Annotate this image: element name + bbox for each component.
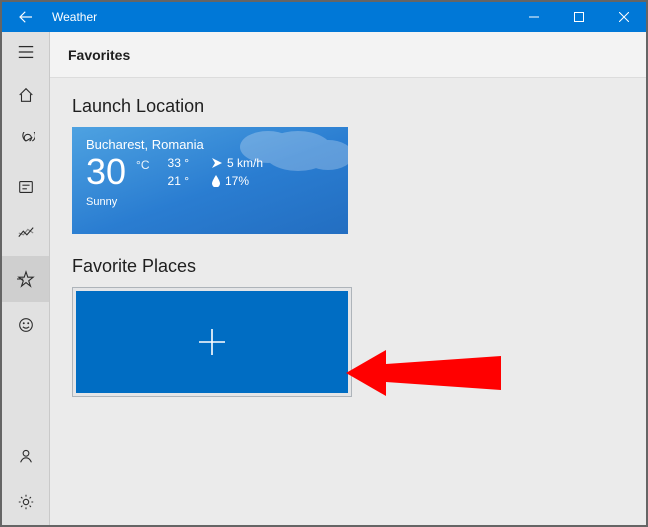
tile-low: 21 ° bbox=[168, 174, 189, 188]
sidebar bbox=[2, 32, 50, 525]
sidebar-item-menu[interactable] bbox=[2, 32, 49, 72]
title-bar: Weather bbox=[2, 2, 646, 32]
back-button[interactable] bbox=[2, 2, 50, 32]
sidebar-item-feedback[interactable] bbox=[2, 302, 49, 348]
home-icon bbox=[17, 86, 35, 104]
add-favorite-tile-frame bbox=[72, 287, 352, 397]
tile-description: Sunny bbox=[86, 196, 336, 208]
sidebar-item-trends[interactable] bbox=[2, 210, 49, 256]
sidebar-item-favorites[interactable] bbox=[2, 256, 49, 302]
plus-icon bbox=[195, 325, 229, 359]
close-button[interactable] bbox=[601, 2, 646, 32]
launch-location-tile[interactable]: Bucharest, Romania 30 °C 33 ° 21 ° 5 km/… bbox=[72, 127, 348, 234]
launch-location-heading: Launch Location bbox=[72, 96, 624, 117]
drop-icon bbox=[211, 175, 221, 187]
sidebar-item-radar[interactable] bbox=[2, 118, 49, 164]
maximize-button[interactable] bbox=[556, 2, 601, 32]
app-title: Weather bbox=[50, 10, 97, 24]
add-favorite-tile[interactable] bbox=[76, 291, 348, 393]
tile-high: 33 ° bbox=[168, 156, 189, 170]
clouds-icon bbox=[228, 127, 348, 197]
trends-icon bbox=[17, 224, 35, 242]
sidebar-item-account[interactable] bbox=[2, 433, 49, 479]
tile-unit: °C bbox=[136, 158, 149, 172]
news-icon bbox=[17, 178, 35, 196]
gear-icon bbox=[17, 493, 35, 511]
radar-icon bbox=[17, 132, 35, 150]
smiley-icon bbox=[17, 316, 35, 334]
sidebar-item-home[interactable] bbox=[2, 72, 49, 118]
wind-icon bbox=[211, 157, 223, 169]
minimize-button[interactable] bbox=[511, 2, 556, 32]
favorite-places-heading: Favorite Places bbox=[72, 256, 624, 277]
tile-temperature: 30 bbox=[86, 154, 126, 190]
annotation-arrow bbox=[346, 338, 506, 408]
favorites-icon bbox=[17, 270, 35, 288]
sidebar-item-historical[interactable] bbox=[2, 164, 49, 210]
menu-icon bbox=[17, 43, 35, 61]
page-title: Favorites bbox=[50, 32, 646, 78]
person-icon bbox=[17, 447, 35, 465]
sidebar-item-settings[interactable] bbox=[2, 479, 49, 525]
